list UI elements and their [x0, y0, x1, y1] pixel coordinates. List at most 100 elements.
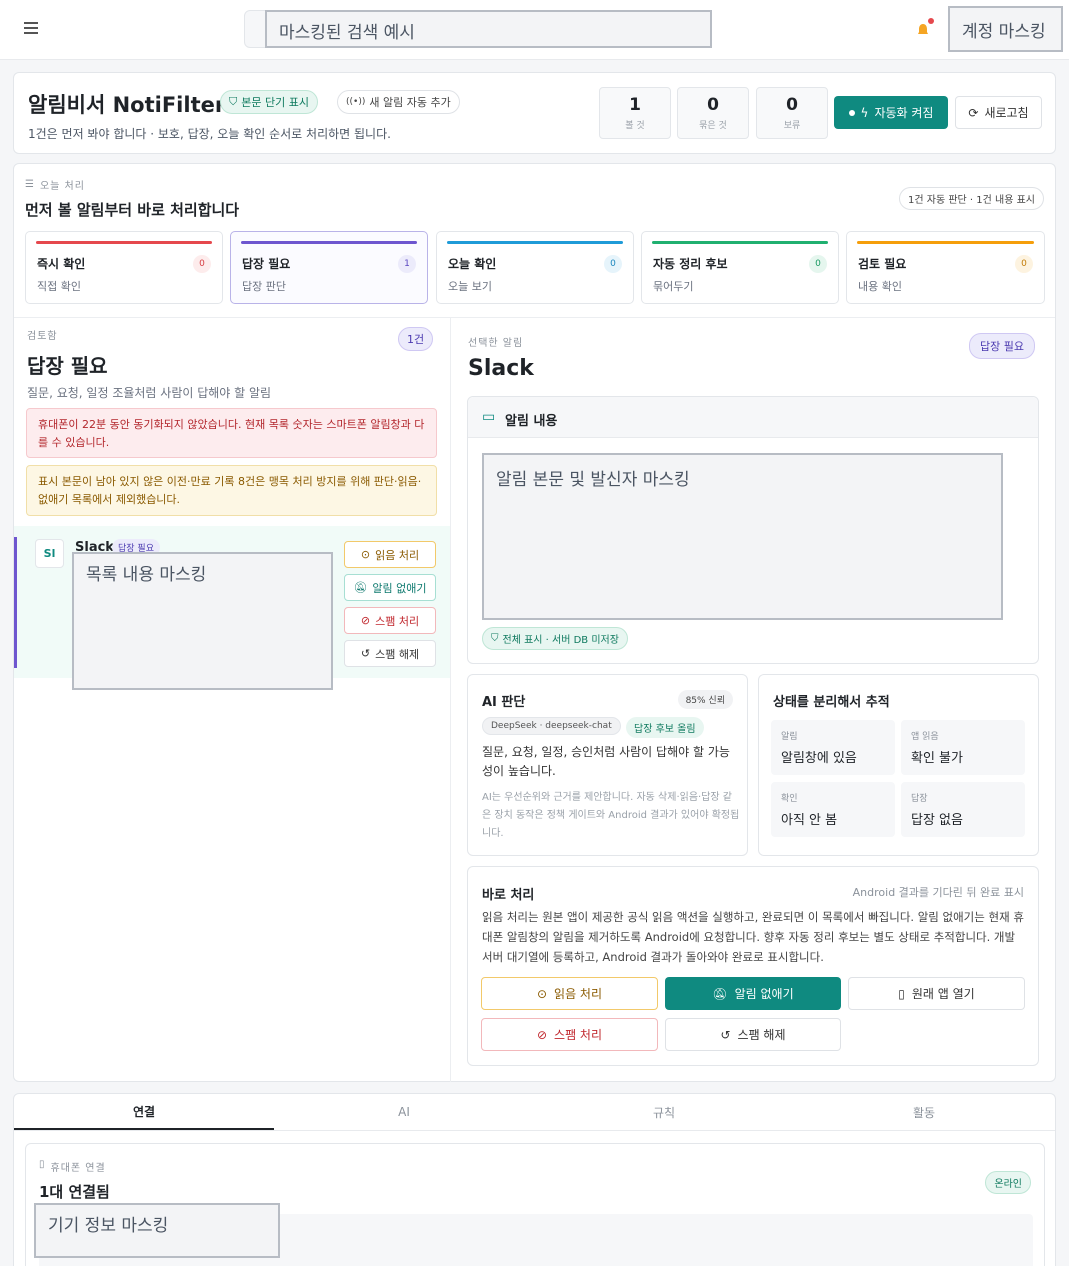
menu-icon[interactable] — [24, 22, 38, 34]
ai-model-badge: DeepSeek · deepseek-chat — [482, 717, 621, 735]
bell-icon[interactable] — [917, 22, 929, 36]
stat-label: 묶은 것 — [699, 121, 727, 131]
spam-label: 스팸 처리 — [554, 1028, 603, 1042]
automation-button[interactable]: ϟ 자동화 켜짐 — [834, 96, 948, 129]
category-sub: 오늘 보기 — [448, 280, 492, 293]
detail-tag: 답장 필요 — [969, 333, 1035, 359]
stat-grouped: 0 묶은 것 — [677, 87, 749, 139]
ai-title: AI 판단 — [482, 695, 526, 710]
stat-value: 0 — [786, 95, 798, 115]
display-policy-badge: ⛉ 전체 표시 · 서버 DB 미저장 — [482, 627, 628, 650]
refresh-button[interactable]: ⟳ 새로고침 — [955, 96, 1042, 129]
status-value: 아직 안 봄 — [781, 813, 838, 828]
connection-eyebrow-label: 휴대폰 연결 — [50, 1163, 106, 1174]
body-mask: 알림 본문 및 발신자 마스킹 — [482, 453, 1003, 620]
category-title: 검토 필요 — [858, 257, 907, 271]
status-value: 알림창에 있음 — [781, 751, 857, 766]
quick-title: 바로 처리 — [482, 888, 535, 903]
ai-text: 질문, 요청, 일정, 승인처럼 사람이 답해야 할 가능성이 높습니다. — [482, 745, 730, 778]
list-unspam-button[interactable]: ↺ 스팸 해제 — [344, 640, 436, 667]
device-mask: 기기 정보 마스킹 — [34, 1203, 280, 1258]
broadcast-icon: ((•)) — [346, 97, 366, 107]
read-label: 읽음 처리 — [554, 987, 603, 1001]
list-eyebrow: 검토함 — [27, 331, 58, 342]
stat-pending: 0 보류 — [756, 87, 828, 139]
today-eyebrow-label: 오늘 처리 — [39, 181, 85, 192]
category-review[interactable]: 검토 필요 내용 확인 0 — [846, 231, 1045, 304]
content-header-label: 알림 내용 — [505, 414, 558, 429]
header-card: 알림비서 NotiFilter ⛉ 본문 단기 표시 ((•)) 새 알림 자동… — [13, 72, 1056, 154]
bell-off-icon: 🔕︎ — [353, 581, 368, 594]
status-title: 상태를 분리해서 추적 — [773, 695, 890, 710]
excluded-warning: 표시 본문이 남아 있지 않은 이전·만료 기록 8건은 맹목 처리 방지를 위… — [26, 465, 437, 516]
detail-eyebrow: 선택한 알림 — [468, 338, 524, 349]
check-circle-icon: ⊙ — [536, 986, 548, 1001]
refresh-icon: ⟳ — [968, 105, 979, 120]
list-content-mask: 목록 내용 마스킹 — [72, 552, 333, 690]
read-button[interactable]: ⊙ 읽음 처리 — [481, 977, 658, 1010]
status-dot-icon — [848, 109, 855, 116]
list-spam-button[interactable]: ⊘ 스팸 처리 — [344, 607, 436, 634]
status-app-read: 앱 읽음 확인 불가 — [901, 720, 1025, 775]
category-count: 1 — [398, 255, 416, 273]
category-sub: 내용 확인 — [858, 280, 902, 293]
header-subtitle: 1건은 먼저 봐야 합니다 · 보호, 답장, 오늘 확인 순서로 처리하면 됩… — [28, 127, 391, 141]
status-key: 알림 — [781, 732, 798, 742]
section-divider — [14, 317, 1055, 318]
tab-bar: 연결 AI 규칙 활동 — [14, 1094, 1055, 1131]
unspam-button[interactable]: ↺ 스팸 해제 — [665, 1018, 841, 1051]
auto-add-badge: ((•)) 새 알림 자동 추가 — [337, 90, 460, 114]
spam-button[interactable]: ⊘ 스팸 처리 — [481, 1018, 658, 1051]
auto-add-label: 새 알림 자동 추가 — [369, 96, 451, 109]
selected-indicator — [14, 537, 17, 668]
shield-icon: ⛉ — [491, 633, 499, 644]
status-key: 답장 — [911, 794, 928, 804]
stat-label: 보류 — [783, 121, 801, 131]
page-title: 알림비서 NotiFilter — [28, 93, 226, 117]
detail-title: Slack — [468, 356, 534, 381]
ai-reply-badge: 답장 후보 올림 — [626, 717, 704, 738]
ban-icon: ⊘ — [536, 1027, 548, 1042]
tab-activity[interactable]: 활동 — [794, 1094, 1054, 1130]
sync-warning: 휴대폰이 22분 동안 동기화되지 않았습니다. 현재 목록 숫자는 스마트폰 … — [26, 408, 437, 458]
shield-icon: ⛉ — [229, 95, 238, 108]
account-mask[interactable]: 계정 마스킹 — [948, 6, 1063, 52]
list-unspam-label: 스팸 해제 — [375, 647, 420, 661]
today-eyebrow: ☰ 오늘 처리 — [25, 177, 85, 192]
ai-note: AI는 우선순위와 근거를 제안합니다. 자동 삭제·읽음·답장 같은 장치 동… — [482, 792, 740, 839]
category-urgent[interactable]: 즉시 확인 직접 확인 0 — [25, 231, 223, 304]
category-auto-clean[interactable]: 자동 정리 후보 묶어두기 0 — [641, 231, 839, 304]
list-title: 답장 필요 — [27, 354, 108, 378]
dismiss-button[interactable]: 🔕︎ 알림 없애기 — [665, 977, 841, 1010]
list-read-button[interactable]: ⊙ 읽음 처리 — [344, 541, 436, 568]
sync-warning-text: 휴대폰이 22분 동안 동기화되지 않았습니다. 현재 목록 숫자는 스마트폰 … — [38, 418, 425, 449]
category-count: 0 — [1015, 255, 1033, 273]
message-icon: ▭ — [482, 409, 496, 425]
category-sub: 묶어두기 — [653, 280, 694, 293]
category-reply[interactable]: 답장 필요 답장 판단 1 — [230, 231, 428, 304]
phone-icon: ▯ — [898, 986, 905, 1001]
unspam-label: 스팸 해제 — [737, 1028, 786, 1042]
stat-to-view: 1 볼 것 — [599, 87, 671, 139]
tab-rules[interactable]: 규칙 — [534, 1094, 794, 1130]
column-divider — [450, 317, 451, 1082]
list-spam-label: 스팸 처리 — [375, 614, 420, 628]
list-read-label: 읽음 처리 — [375, 548, 420, 562]
list-dismiss-button[interactable]: 🔕︎ 알림 없애기 — [344, 574, 436, 601]
ai-card: AI 판단 85% 신뢰 DeepSeek · deepseek-chat 답장… — [467, 674, 748, 856]
stat-value: 0 — [707, 95, 719, 115]
open-app-button[interactable]: ▯ 원래 앱 열기 — [848, 977, 1025, 1010]
category-count: 0 — [809, 255, 827, 273]
category-title: 자동 정리 후보 — [653, 257, 728, 271]
tab-ai[interactable]: AI — [274, 1094, 534, 1130]
check-circle-icon: ⊙ — [360, 548, 371, 561]
today-title: 먼저 볼 알림부터 바로 처리합니다 — [25, 201, 240, 219]
category-count: 0 — [193, 255, 211, 273]
search-mask: 마스킹된 검색 예시 — [265, 10, 712, 48]
category-today[interactable]: 오늘 확인 오늘 보기 0 — [436, 231, 634, 304]
quick-action-card: 바로 처리 Android 결과를 기다린 뒤 완료 표시 읽음 처리는 원본 … — [467, 866, 1039, 1066]
tab-connection[interactable]: 연결 — [14, 1094, 274, 1130]
short-display-badge: ⛉ 본문 단기 표시 — [220, 90, 318, 114]
status-key: 앱 읽음 — [911, 732, 939, 742]
online-badge: 온라인 — [985, 1171, 1031, 1194]
